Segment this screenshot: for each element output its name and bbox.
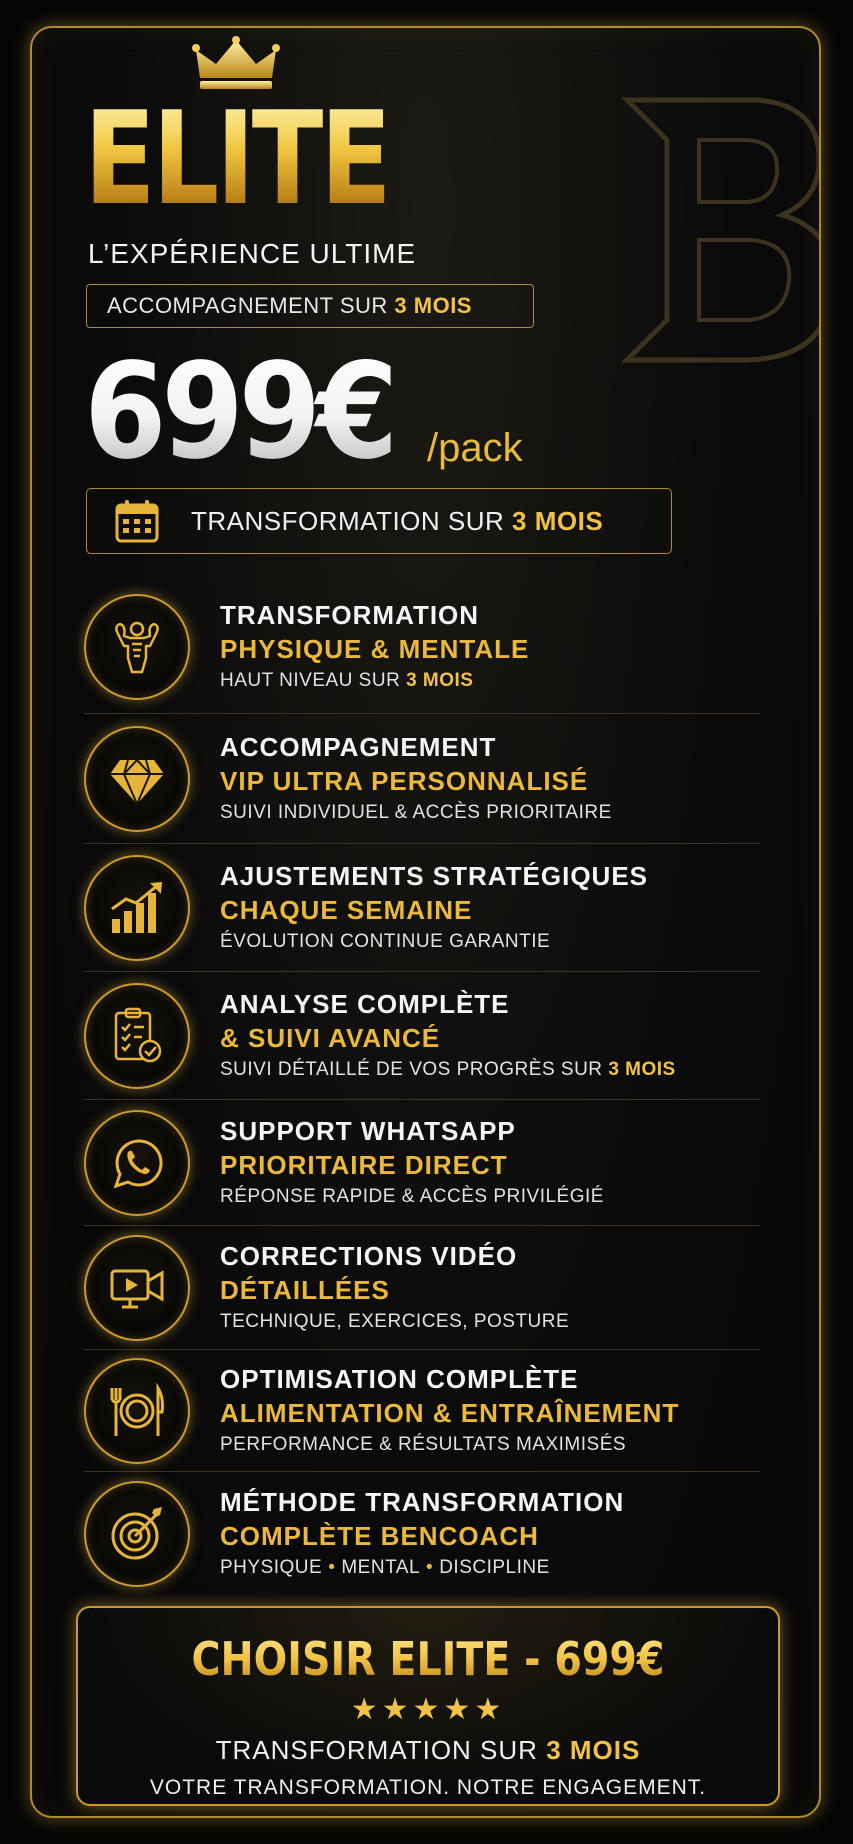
feature-title: TRANSFORMATION bbox=[220, 599, 480, 630]
feature-highlight: PRIORITAIRE DIRECT bbox=[220, 1149, 508, 1180]
accompaniment-badge: ACCOMPAGNEMENT SUR 3 MOIS bbox=[86, 284, 534, 328]
feature-detail-highlight: 3 MOIS bbox=[406, 669, 474, 691]
feature-title: CORRECTIONS VIDÉO bbox=[220, 1240, 518, 1271]
accompaniment-duration: 3 MOIS bbox=[394, 293, 472, 318]
video-camera-icon bbox=[84, 1234, 190, 1341]
muscle-icon bbox=[84, 593, 190, 700]
cta-tagline: VOTRE TRANSFORMATION. NOTRE ENGAGEMENT. bbox=[149, 1776, 707, 1799]
feature-highlight: VIP ULTRA PERSONNALISÉ bbox=[220, 765, 589, 796]
feature-item-optimisation: OPTIMISATION COMPLÈTE ALIMENTATION & ENT… bbox=[84, 1350, 760, 1472]
feature-detail: SUIVI DÉTAILLÉ DE VOS PROGRÈS SUR bbox=[220, 1058, 603, 1080]
diamond-icon bbox=[84, 725, 190, 832]
feature-detail: ÉVOLUTION CONTINUE GARANTIE bbox=[220, 930, 551, 952]
feature-detail-physique: PHYSIQUE bbox=[220, 1557, 323, 1578]
feature-detail: PERFORMANCE & RÉSULTATS MAXIMISÉS bbox=[220, 1433, 627, 1455]
price-unit: /pack bbox=[427, 426, 523, 470]
feature-title: ACCOMPAGNEMENT bbox=[220, 731, 497, 762]
feature-highlight: DÉTAILLÉES bbox=[220, 1274, 390, 1305]
feature-item-whatsapp: SUPPORT WHATSAPP PRIORITAIRE DIRECT RÉPO… bbox=[84, 1100, 760, 1226]
feature-title: OPTIMISATION COMPLÈTE bbox=[220, 1363, 579, 1394]
cta-subtitle: TRANSFORMATION SUR bbox=[215, 1735, 538, 1765]
accompaniment-label: ACCOMPAGNEMENT SUR bbox=[107, 293, 388, 318]
price: 699€ bbox=[84, 335, 398, 489]
feature-detail: RÉPONSE RAPIDE & ACCÈS PRIVILÉGIÉ bbox=[220, 1185, 604, 1207]
bullet-dot: • bbox=[426, 1557, 434, 1578]
feature-item-method: MÉTHODE TRANSFORMATION COMPLÈTE BENCOACH… bbox=[84, 1472, 760, 1596]
cta-title: CHOISIR ELITE - 699€ bbox=[191, 1632, 665, 1686]
feature-highlight: COMPLÈTE BENCOACH bbox=[220, 1521, 539, 1551]
star-rating: ★★★★★ bbox=[350, 1693, 506, 1726]
feature-item-vip: ACCOMPAGNEMENT VIP ULTRA PERSONNALISÉ SU… bbox=[84, 714, 760, 844]
feature-detail: TECHNIQUE, EXERCICES, POSTURE bbox=[220, 1310, 570, 1332]
feature-detail: HAUT NIVEAU SUR bbox=[220, 669, 401, 691]
feature-item-video: CORRECTIONS VIDÉO DÉTAILLÉES TECHNIQUE, … bbox=[84, 1226, 760, 1350]
transformation-badge: TRANSFORMATION SUR 3 MOIS bbox=[86, 488, 672, 554]
cta-duration: 3 MOIS bbox=[546, 1735, 641, 1765]
feature-list: TRANSFORMATION PHYSIQUE & MENTALE HAUT N… bbox=[84, 580, 760, 1596]
feature-detail-mental: MENTAL bbox=[341, 1557, 421, 1578]
feature-highlight: ALIMENTATION & ENTRAÎNEMENT bbox=[220, 1397, 680, 1428]
feature-detail: SUIVI INDIVIDUEL & ACCÈS PRIORITAIRE bbox=[220, 801, 612, 823]
clipboard-check-icon bbox=[84, 982, 190, 1089]
feature-title: SUPPORT WHATSAPP bbox=[220, 1115, 516, 1146]
transformation-label: TRANSFORMATION SUR bbox=[191, 505, 505, 536]
target-icon bbox=[84, 1481, 190, 1587]
feature-detail-highlight: 3 MOIS bbox=[608, 1058, 676, 1080]
offer-subtitle: L’EXPÉRIENCE ULTIME bbox=[88, 238, 417, 269]
offer-title: ELITE bbox=[84, 85, 392, 234]
feature-highlight: & SUIVI AVANCÉ bbox=[220, 1022, 441, 1053]
chart-growth-icon bbox=[84, 854, 190, 961]
brand-logo-watermark bbox=[620, 97, 819, 363]
transformation-duration: 3 MOIS bbox=[512, 505, 604, 536]
feature-item-adjustments: AJUSTEMENTS STRATÉGIQUES CHAQUE SEMAINE … bbox=[84, 844, 760, 972]
choose-elite-button[interactable]: CHOISIR ELITE - 699€ ★★★★★ TRANSFORMATIO… bbox=[76, 1606, 780, 1806]
feature-title: MÉTHODE TRANSFORMATION bbox=[220, 1487, 625, 1517]
feature-highlight: PHYSIQUE & MENTALE bbox=[220, 633, 530, 664]
feature-highlight: CHAQUE SEMAINE bbox=[220, 894, 473, 925]
feature-item-transformation: TRANSFORMATION PHYSIQUE & MENTALE HAUT N… bbox=[84, 580, 760, 714]
feature-item-analysis: ANALYSE COMPLÈTE & SUIVI AVANCÉ SUIVI DÉ… bbox=[84, 972, 760, 1100]
feature-title: AJUSTEMENTS STRATÉGIQUES bbox=[220, 860, 649, 891]
elite-offer-card: ELITE L’EXPÉRIENCE ULTIME ACCOMPAGNEMENT… bbox=[30, 26, 821, 1818]
feature-title: ANALYSE COMPLÈTE bbox=[220, 988, 510, 1019]
plate-cutlery-icon bbox=[84, 1357, 190, 1464]
feature-detail-discipline: DISCIPLINE bbox=[439, 1557, 550, 1578]
bullet-dot: • bbox=[328, 1557, 336, 1578]
whatsapp-icon bbox=[84, 1109, 190, 1216]
calendar-icon bbox=[115, 500, 159, 543]
